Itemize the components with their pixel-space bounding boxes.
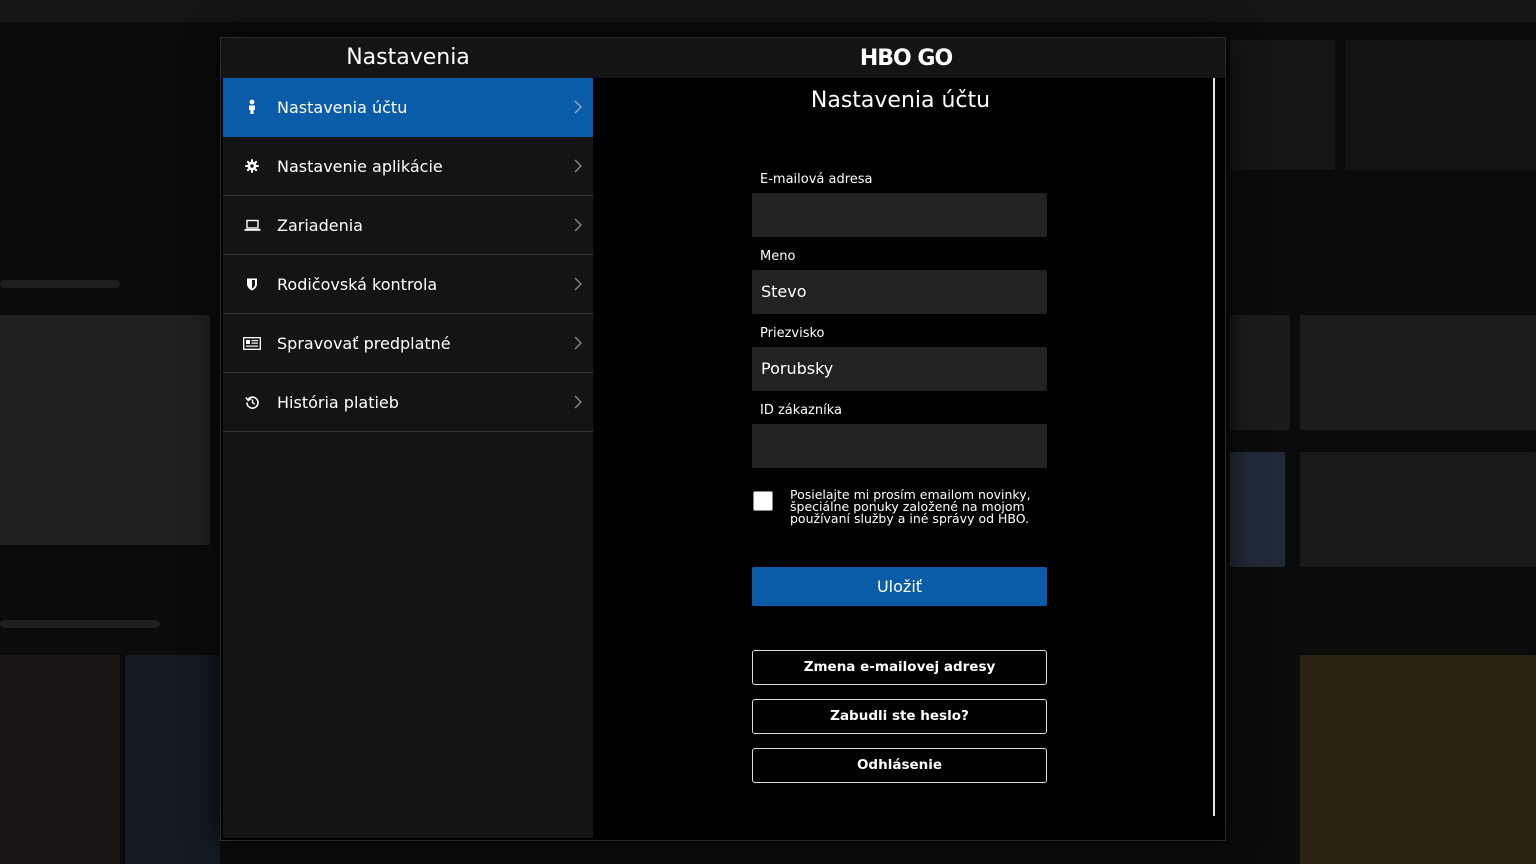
newsletter-consent-text: Posielajte mi prosím emailom novinky, šp… — [790, 487, 1031, 526]
person-icon — [241, 99, 263, 115]
laptop-icon — [241, 219, 263, 232]
customer-id-field — [752, 424, 1047, 468]
background-tile — [1300, 655, 1536, 864]
forgot-password-button[interactable]: Zabudli ste heslo? — [752, 699, 1047, 734]
sidebar-item-payment-history[interactable]: História platieb — [223, 373, 593, 432]
email-label: E-mailová adresa — [760, 172, 873, 187]
chevron-right-icon — [574, 336, 582, 350]
background-row-title — [0, 280, 120, 288]
sidebar-title: Nastavenia — [346, 45, 470, 70]
settings-sidebar: Nastavenia účtu Nastavenie aplikácie Zar… — [223, 78, 593, 838]
background-tile — [1230, 452, 1285, 567]
sidebar-item-parental-control[interactable]: Rodičovská kontrola — [223, 255, 593, 314]
chevron-right-icon — [574, 159, 582, 173]
account-settings-panel: Nastavenia účtu E-mailová adresa Meno St… — [593, 78, 1213, 818]
newsletter-checkbox[interactable] — [753, 491, 773, 511]
background-topbar — [0, 0, 1536, 22]
chevron-right-icon — [574, 395, 582, 409]
sidebar-item-label: História platieb — [277, 392, 399, 412]
sidebar-item-label: Spravovať predplatné — [277, 333, 451, 353]
background-tile — [0, 655, 120, 864]
first-name-field[interactable]: Stevo — [752, 270, 1047, 314]
background-tile — [1345, 40, 1536, 170]
background-tile — [1300, 452, 1536, 567]
history-icon — [241, 395, 263, 410]
scrollbar[interactable] — [1213, 78, 1215, 816]
sidebar-item-label: Nastavenia účtu — [277, 97, 408, 117]
sidebar-item-label: Nastavenie aplikácie — [277, 156, 443, 176]
subscription-icon — [241, 336, 263, 350]
customer-id-label: ID zákazníka — [760, 403, 842, 418]
gear-icon — [241, 159, 263, 173]
sidebar-item-app-settings[interactable]: Nastavenie aplikácie — [223, 137, 593, 196]
settings-modal: Nastavenia HBO GO Nastavenia účtu Nastav… — [220, 37, 1226, 841]
sidebar-item-manage-subscription[interactable]: Spravovať predplatné — [223, 314, 593, 373]
save-button[interactable]: Uložiť — [752, 567, 1047, 606]
background-tile — [125, 655, 220, 864]
sidebar-item-devices[interactable]: Zariadenia — [223, 196, 593, 255]
shield-icon — [241, 277, 263, 291]
last-name-label: Priezvisko — [760, 326, 825, 341]
background-row-title — [0, 620, 160, 628]
page-title: Nastavenia účtu — [810, 88, 991, 113]
chevron-right-icon — [574, 277, 582, 291]
background-tile — [0, 315, 210, 545]
background-tile — [1230, 315, 1290, 430]
background-tile — [1230, 40, 1335, 170]
modal-header: Nastavenia HBO GO — [221, 38, 1225, 78]
email-field[interactable] — [752, 193, 1047, 237]
sidebar-item-label: Rodičovská kontrola — [277, 274, 438, 294]
chevron-right-icon — [574, 100, 582, 114]
change-email-button[interactable]: Zmena e-mailovej adresy — [752, 650, 1047, 685]
sidebar-item-account-settings[interactable]: Nastavenia účtu — [223, 78, 593, 137]
first-name-label: Meno — [760, 249, 796, 264]
chevron-right-icon — [574, 218, 582, 232]
sidebar-item-label: Zariadenia — [277, 215, 363, 235]
last-name-field[interactable]: Porubsky — [752, 347, 1047, 391]
hbo-go-logo: HBO GO — [859, 46, 953, 71]
background-tile — [1300, 315, 1536, 430]
logout-button[interactable]: Odhlásenie — [752, 748, 1047, 783]
